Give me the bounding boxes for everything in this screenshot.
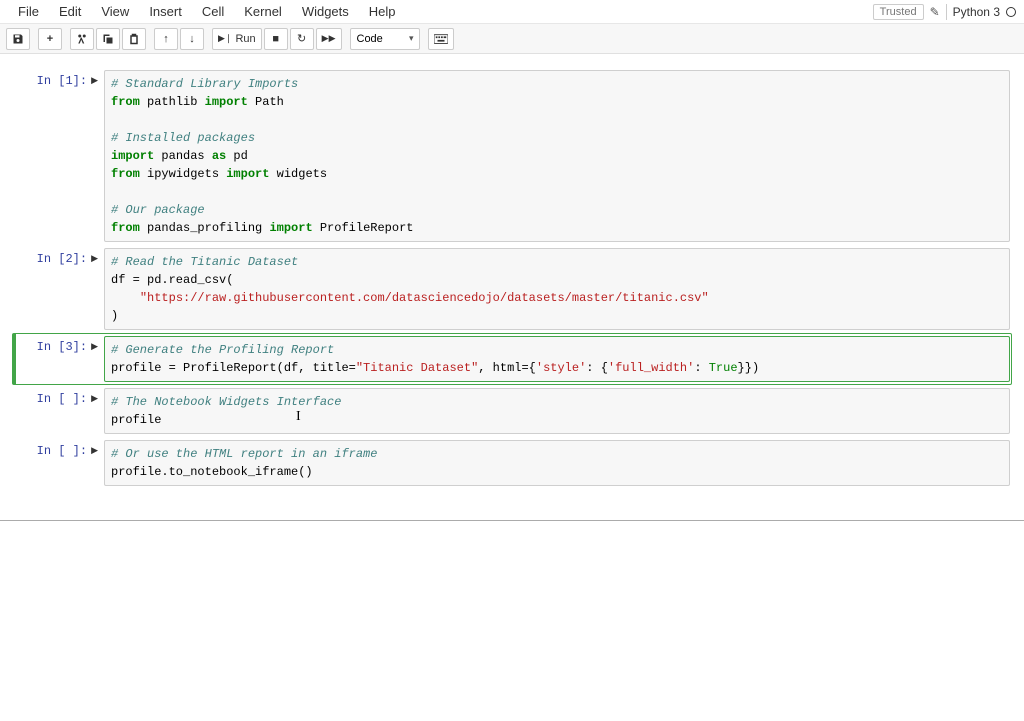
celltype-value: Code — [357, 33, 383, 45]
input-area[interactable]: # Standard Library Imports from pathlib … — [104, 70, 1010, 242]
arrow-down-icon: ↓ — [189, 33, 195, 45]
menu-edit[interactable]: Edit — [49, 2, 91, 21]
input-prompt: In [1]: — [37, 74, 87, 88]
run-icon: ▶❘ — [218, 33, 232, 44]
keyboard-icon — [434, 34, 448, 44]
menu-insert[interactable]: Insert — [139, 2, 192, 21]
menu-cell[interactable]: Cell — [192, 2, 234, 21]
code-cell[interactable]: In [ ]: ▶ # The Notebook Widgets Interfa… — [14, 386, 1010, 436]
menu-kernel[interactable]: Kernel — [234, 2, 292, 21]
code-content[interactable]: # Generate the Profiling Report profile … — [111, 341, 1003, 377]
code-content[interactable]: # Standard Library Imports from pathlib … — [111, 75, 1003, 237]
copy-icon — [102, 33, 114, 45]
code-cell[interactable]: In [1]: ▶ # Standard Library Imports fro… — [14, 68, 1010, 244]
run-label: Run — [235, 33, 255, 45]
move-up-button[interactable]: ↑ — [154, 28, 178, 50]
toolbar: + ↑ ↓ ▶❘ Run ■ ↻ ▶▶ — [0, 24, 1024, 54]
menu-view[interactable]: View — [91, 2, 139, 21]
restart-icon: ↻ — [297, 32, 306, 45]
trusted-badge[interactable]: Trusted — [873, 4, 924, 20]
celltype-select[interactable]: Code — [350, 28, 420, 50]
clipboard-icon — [128, 33, 140, 45]
move-down-button[interactable]: ↓ — [180, 28, 204, 50]
input-area[interactable]: # The Notebook Widgets Interface profile — [104, 388, 1010, 434]
input-area[interactable]: # Generate the Profiling Report profile … — [104, 336, 1010, 382]
collapse-icon[interactable]: ▶ — [91, 392, 98, 403]
scissors-icon — [76, 33, 88, 45]
add-cell-button[interactable]: + — [38, 28, 62, 50]
collapse-icon[interactable]: ▶ — [91, 252, 98, 263]
input-prompt: In [ ]: — [37, 392, 87, 406]
text-cursor-icon: I — [296, 409, 301, 425]
floppy-icon — [12, 33, 24, 45]
collapse-icon[interactable]: ▶ — [91, 444, 98, 455]
paste-button[interactable] — [122, 28, 146, 50]
stop-icon: ■ — [272, 33, 279, 45]
code-cell[interactable]: In [3]: ▶ # Generate the Profiling Repor… — [14, 334, 1010, 384]
restart-button[interactable]: ↻ — [290, 28, 314, 50]
menu-widgets[interactable]: Widgets — [292, 2, 359, 21]
save-button[interactable] — [6, 28, 30, 50]
menu-help[interactable]: Help — [359, 2, 406, 21]
code-content[interactable]: # Or use the HTML report in an iframe pr… — [111, 445, 1003, 481]
code-cell[interactable]: In [ ]: ▶ # Or use the HTML report in an… — [14, 438, 1010, 488]
pencil-icon[interactable]: ✎ — [930, 5, 940, 19]
notebook-container: In [1]: ▶ # Standard Library Imports fro… — [0, 54, 1024, 521]
code-content[interactable]: # The Notebook Widgets Interface profile — [111, 393, 1003, 429]
code-cell[interactable]: In [2]: ▶ # Read the Titanic Dataset df … — [14, 246, 1010, 332]
cut-button[interactable] — [70, 28, 94, 50]
arrow-up-icon: ↑ — [163, 33, 169, 45]
divider — [946, 4, 947, 20]
copy-button[interactable] — [96, 28, 120, 50]
kernel-name[interactable]: Python 3 — [953, 5, 1000, 19]
collapse-icon[interactable]: ▶ — [91, 340, 98, 351]
input-prompt: In [2]: — [37, 252, 87, 266]
run-button[interactable]: ▶❘ Run — [212, 28, 262, 50]
command-palette-button[interactable] — [428, 28, 454, 50]
input-area[interactable]: # Or use the HTML report in an iframe pr… — [104, 440, 1010, 486]
code-content[interactable]: # Read the Titanic Dataset df = pd.read_… — [111, 253, 1003, 325]
restart-run-all-button[interactable]: ▶▶ — [316, 28, 342, 50]
fast-forward-icon: ▶▶ — [322, 33, 336, 44]
collapse-icon[interactable]: ▶ — [91, 74, 98, 85]
kernel-idle-icon — [1006, 7, 1016, 17]
interrupt-button[interactable]: ■ — [264, 28, 288, 50]
menu-file[interactable]: File — [8, 2, 49, 21]
input-prompt: In [ ]: — [37, 444, 87, 458]
menubar: File Edit View Insert Cell Kernel Widget… — [0, 0, 1024, 24]
input-area[interactable]: # Read the Titanic Dataset df = pd.read_… — [104, 248, 1010, 330]
input-prompt: In [3]: — [37, 340, 87, 354]
